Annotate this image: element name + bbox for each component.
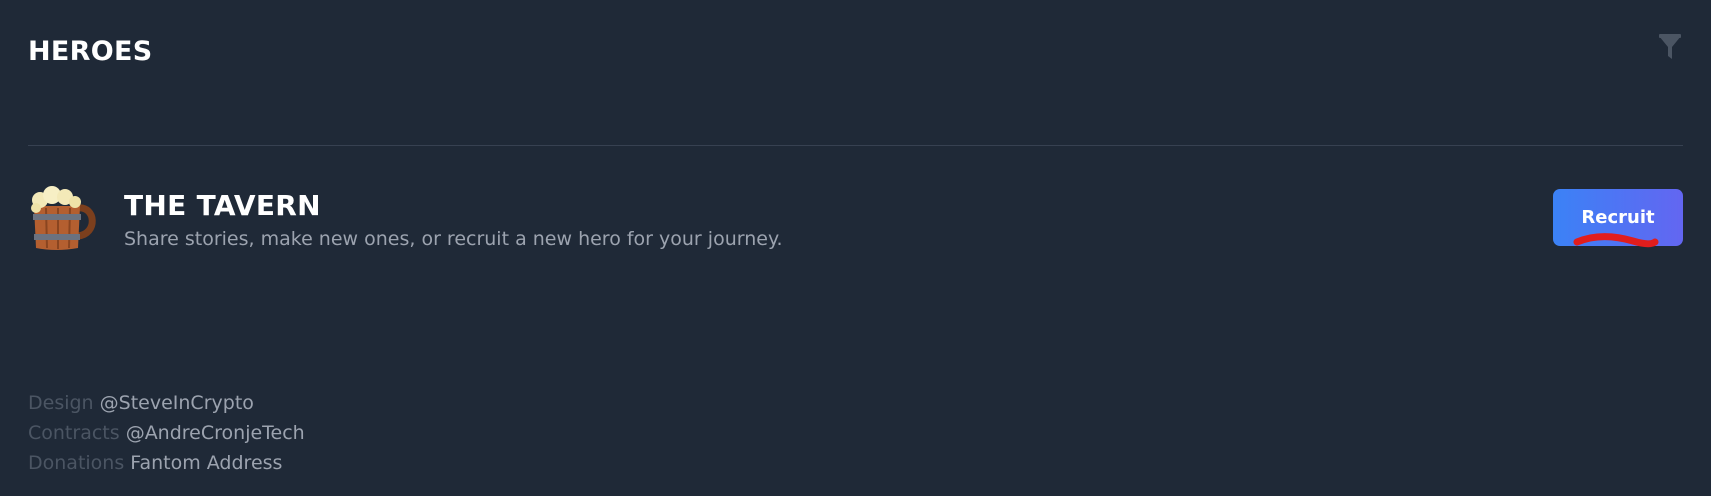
- donations-link[interactable]: Fantom Address: [130, 452, 282, 474]
- footer-row-donations: Donations Fantom Address: [28, 448, 305, 478]
- filter-button[interactable]: [1657, 32, 1683, 62]
- contracts-link[interactable]: @AndreCronjeTech: [126, 422, 305, 444]
- beer-mug-icon: [31, 186, 96, 250]
- page-title: HEROES: [28, 36, 153, 67]
- recruit-button[interactable]: Recruit: [1553, 189, 1683, 246]
- footer-row-design: Design @SteveInCrypto: [28, 388, 305, 418]
- footer-row-contracts: Contracts @AndreCronjeTech: [28, 418, 305, 448]
- designer-link[interactable]: @SteveInCrypto: [100, 392, 254, 414]
- tavern-title: THE TAVERN: [124, 189, 321, 222]
- footer-label: Donations: [28, 452, 125, 474]
- header: HEROES: [28, 0, 1683, 146]
- tavern-description: Share stories, make new ones, or recruit…: [124, 228, 783, 250]
- footer: Design @SteveInCrypto Contracts @AndreCr…: [28, 388, 305, 478]
- footer-label: Design: [28, 392, 94, 414]
- page: HEROES THE TAVERN Share stories, make ne…: [0, 0, 1711, 496]
- filter-icon: [1659, 34, 1681, 59]
- footer-label: Contracts: [28, 422, 120, 444]
- tavern-section: THE TAVERN Share stories, make new ones,…: [28, 184, 1683, 259]
